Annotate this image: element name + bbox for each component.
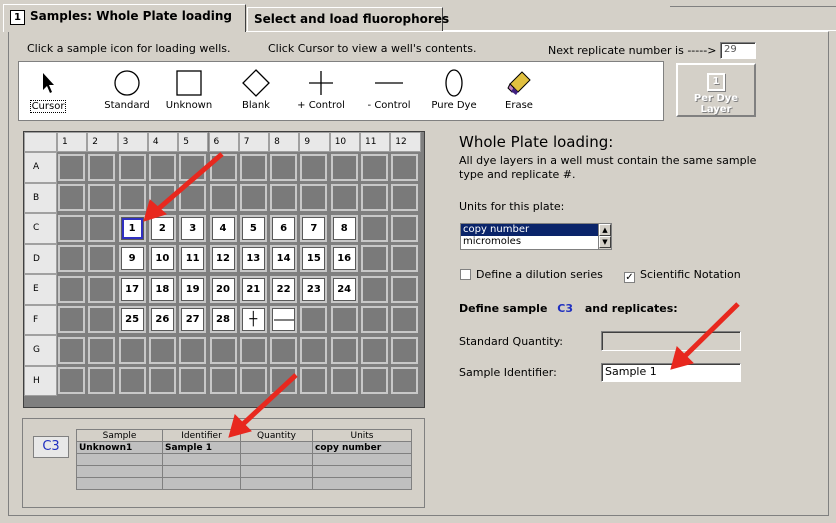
tab-samples-whole-plate[interactable]: 1 Samples: Whole Plate loading bbox=[3, 4, 246, 32]
tab-number-badge: 1 bbox=[10, 10, 25, 25]
arrow-to-well-c3 bbox=[143, 152, 224, 222]
tab-label: Samples: Whole Plate loading bbox=[30, 9, 233, 23]
annotation-arrows bbox=[143, 152, 740, 438]
arrow-to-identifier bbox=[228, 373, 298, 438]
arrow-to-sample-id bbox=[670, 302, 740, 370]
